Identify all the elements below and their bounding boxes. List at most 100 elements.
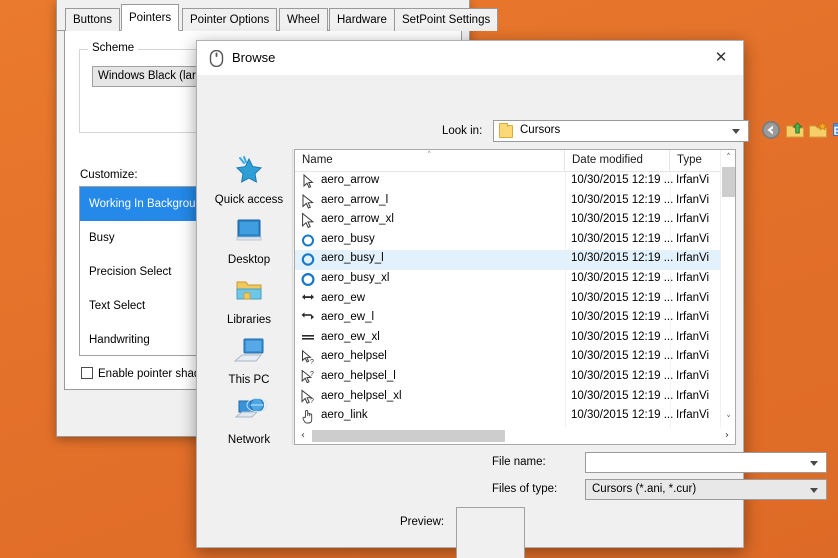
table-row[interactable]: aero_ew_l 10/30/2015 12:19 ... IrfanVi: [295, 309, 720, 329]
place-network[interactable]: Network: [205, 395, 293, 446]
file-name: aero_busy_xl: [321, 271, 390, 284]
back-arrow-icon[interactable]: [761, 120, 781, 140]
file-list-header: Name ˄ Date modified Type: [295, 150, 735, 172]
computer-icon: [205, 335, 293, 371]
file-name: aero_arrow_xl: [321, 213, 394, 226]
scroll-up-icon[interactable]: ˄: [721, 150, 736, 166]
lookin-combobox[interactable]: Cursors: [493, 120, 749, 142]
tab-pointers[interactable]: Pointers: [121, 4, 180, 31]
vertical-scrollbar[interactable]: ˄ ˅: [720, 150, 735, 428]
tab-hardware[interactable]: Hardware: [329, 8, 395, 31]
table-row[interactable]: ? aero_helpsel 10/30/2015 12:19 ... Irfa…: [295, 348, 720, 368]
file-name: aero_helpsel: [321, 350, 387, 363]
cursor-resize-icon: [301, 312, 314, 320]
file-name-input[interactable]: [585, 452, 827, 473]
tab-wheel[interactable]: Wheel: [279, 8, 328, 31]
chevron-down-icon[interactable]: [810, 488, 818, 493]
table-row[interactable]: ? aero_helpsel_xl 10/30/2015 12:19 ... I…: [295, 388, 720, 408]
table-row[interactable]: aero_ew 10/30/2015 12:19 ... IrfanVi: [295, 290, 720, 310]
file-type: IrfanVi: [676, 369, 710, 382]
sort-ascending-icon: ˄: [427, 151, 432, 161]
cursor-hand-icon: [302, 410, 313, 424]
table-row[interactable]: aero_busy_l 10/30/2015 12:19 ... IrfanVi: [295, 250, 720, 270]
star-icon: [205, 155, 293, 191]
file-type: IrfanVi: [676, 252, 710, 265]
folder-icon: [499, 123, 513, 138]
column-header-date-modified[interactable]: Date modified: [565, 150, 670, 171]
table-row[interactable]: aero_busy 10/30/2015 12:19 ... IrfanVi: [295, 231, 720, 251]
place-desktop[interactable]: Desktop: [205, 215, 293, 266]
cursor-resize-icon: [302, 293, 314, 300]
cursor-arrow-icon: [302, 193, 314, 209]
file-name-label: File name:: [492, 456, 546, 468]
horizontal-scrollbar-thumb[interactable]: [312, 430, 505, 442]
table-row[interactable]: aero_arrow_xl 10/30/2015 12:19 ... Irfan…: [295, 211, 720, 231]
files-of-type-combobox[interactable]: Cursors (*.ani, *.cur): [585, 479, 827, 500]
file-date: 10/30/2015 12:19 ...: [571, 193, 674, 206]
column-header-type[interactable]: Type: [670, 150, 722, 171]
table-row[interactable]: aero_link 10/30/2015 12:19 ... IrfanVi: [295, 407, 720, 427]
place-this-pc[interactable]: This PC: [205, 335, 293, 386]
vertical-scrollbar-thumb[interactable]: [722, 167, 735, 197]
browse-dialog: Browse ✕ Look in: Cursors Quick access D…: [196, 40, 838, 558]
file-date: 10/30/2015 12:19 ...: [571, 311, 674, 324]
file-date: 10/30/2015 12:19 ...: [571, 389, 674, 402]
file-name: aero_busy: [321, 232, 375, 245]
tab-buttons[interactable]: Buttons: [65, 8, 120, 31]
cursor-arrow-icon: [302, 212, 315, 229]
svg-text:?: ?: [310, 371, 314, 378]
file-name: aero_arrow: [321, 174, 380, 186]
file-type: IrfanVi: [676, 174, 710, 186]
chevron-down-icon[interactable]: [810, 461, 818, 466]
customize-label: Customize:: [80, 169, 138, 181]
up-folder-icon[interactable]: [785, 120, 805, 140]
file-name: aero_busy_l: [321, 252, 384, 265]
file-date: 10/30/2015 12:19 ...: [571, 409, 674, 422]
file-date: 10/30/2015 12:19 ...: [571, 252, 674, 265]
monitor-icon: [205, 215, 293, 251]
tab-setpoint-settings[interactable]: SetPoint Settings: [394, 8, 499, 31]
place-libraries[interactable]: Libraries: [205, 275, 293, 326]
close-icon[interactable]: ✕: [699, 41, 743, 74]
file-date: 10/30/2015 12:19 ...: [571, 369, 674, 382]
place-quick-access[interactable]: Quick access: [205, 155, 293, 206]
file-type: IrfanVi: [676, 232, 710, 245]
new-folder-icon[interactable]: [808, 120, 828, 140]
enable-pointer-shadow-row[interactable]: Enable pointer shadow: [81, 367, 215, 380]
file-name: aero_helpsel_xl: [321, 389, 402, 402]
file-type: IrfanVi: [676, 271, 710, 284]
table-row[interactable]: aero_arrow 10/30/2015 12:19 ... IrfanVi: [295, 172, 720, 192]
enable-pointer-shadow-checkbox[interactable]: [81, 367, 93, 379]
place-label: This PC: [228, 374, 270, 386]
preview-label: Preview:: [400, 516, 445, 528]
file-date: 10/30/2015 12:19 ...: [571, 291, 674, 304]
place-label: Network: [227, 434, 271, 446]
tab-pointer-options[interactable]: Pointer Options: [182, 8, 278, 31]
file-list[interactable]: Name ˄ Date modified Type aero_arrow 10/…: [294, 149, 736, 445]
file-name: aero_arrow_l: [321, 193, 389, 206]
views-grid-icon[interactable]: [833, 120, 838, 140]
place-label: Quick access: [214, 194, 284, 206]
scroll-left-icon[interactable]: ‹: [295, 428, 311, 444]
file-date: 10/30/2015 12:19 ...: [571, 213, 674, 226]
scroll-right-icon[interactable]: ›: [719, 428, 735, 444]
file-name: aero_ew: [321, 291, 366, 304]
horizontal-scrollbar[interactable]: ‹ ›: [295, 428, 735, 444]
file-list-rows: aero_arrow 10/30/2015 12:19 ... IrfanVi …: [295, 172, 720, 428]
table-row[interactable]: aero_ew_xl 10/30/2015 12:19 ... IrfanVi: [295, 329, 720, 349]
places-bar: Quick access Desktop Libraries This PC N…: [205, 149, 293, 446]
scroll-down-icon[interactable]: ˅: [721, 412, 736, 428]
table-row[interactable]: ? aero_helpsel_l 10/30/2015 12:19 ... Ir…: [295, 368, 720, 388]
files-of-type-label: Files of type:: [492, 483, 558, 495]
chevron-down-icon[interactable]: [732, 129, 740, 134]
file-name: aero_ew_l: [321, 311, 375, 324]
network-icon: [205, 395, 293, 431]
place-label: Desktop: [227, 254, 271, 266]
file-name: aero_link: [321, 409, 368, 422]
table-row[interactable]: aero_arrow_l 10/30/2015 12:19 ... IrfanV…: [295, 192, 720, 212]
cursor-busy-icon: [301, 272, 315, 286]
cursor-busy-icon: [302, 234, 314, 247]
table-row[interactable]: aero_busy_xl 10/30/2015 12:19 ... IrfanV…: [295, 270, 720, 290]
scheme-group-title: Scheme: [88, 42, 139, 54]
file-type: IrfanVi: [676, 409, 710, 422]
